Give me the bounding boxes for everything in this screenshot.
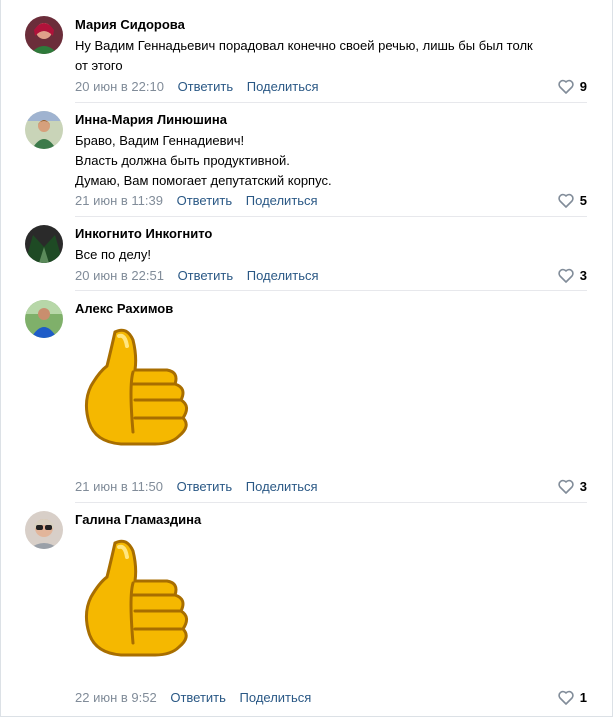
- heart-icon: [558, 79, 574, 94]
- divider: [75, 502, 587, 503]
- like-button[interactable]: 1: [558, 689, 587, 706]
- comment-body: Инна-Мария Линюшина Браво, Вадим Геннади…: [75, 111, 587, 191]
- like-button[interactable]: 5: [558, 192, 587, 209]
- share-button[interactable]: Поделиться: [240, 690, 312, 705]
- comment-author[interactable]: Алекс Рахимов: [75, 300, 587, 317]
- divider: [75, 216, 587, 217]
- like-count: 5: [579, 193, 587, 208]
- like-button[interactable]: 9: [558, 78, 587, 95]
- like-button[interactable]: 3: [558, 478, 587, 495]
- avatar[interactable]: [25, 511, 63, 549]
- share-button[interactable]: Поделиться: [246, 193, 318, 208]
- comment-text: Ну Вадим Геннадьевич порадовал конечно с…: [75, 36, 587, 76]
- reply-button[interactable]: Ответить: [178, 268, 234, 283]
- comment-date[interactable]: 22 июн в 9:52: [75, 690, 157, 705]
- avatar[interactable]: [25, 111, 63, 149]
- comment-body: Галина Гламаздина: [75, 511, 587, 528]
- avatar[interactable]: [25, 16, 63, 54]
- thumbs-up-sticker: [75, 326, 215, 466]
- comment-author[interactable]: Мария Сидорова: [75, 16, 587, 33]
- like-count: 1: [579, 690, 587, 705]
- comment-text: Браво, Вадим Геннадиевич! Власть должна …: [75, 131, 587, 191]
- comment-meta: 22 июн в 9:52 Ответить Поделиться 1: [75, 689, 587, 706]
- reply-button[interactable]: Ответить: [170, 690, 226, 705]
- comment-text-line: Все по делу!: [75, 247, 151, 262]
- comment-date[interactable]: 21 июн в 11:50: [75, 479, 163, 494]
- like-button[interactable]: 3: [558, 267, 587, 284]
- comment-text-line: Браво, Вадим Геннадиевич!: [75, 133, 245, 148]
- avatar[interactable]: [25, 225, 63, 263]
- divider: [75, 290, 587, 291]
- comments-panel: Мария Сидорова Ну Вадим Геннадьевич пора…: [0, 0, 613, 717]
- comment-meta: 21 июн в 11:39 Ответить Поделиться 5: [75, 192, 587, 209]
- comment-body: Мария Сидорова Ну Вадим Геннадьевич пора…: [75, 16, 587, 76]
- comment-text-line: Ну Вадим Геннадьевич порадовал конечно с…: [75, 38, 533, 53]
- heart-icon: [558, 268, 574, 283]
- heart-icon: [558, 690, 574, 705]
- comment-text-line: Думаю, Вам помогает депутатский корпус.: [75, 173, 332, 188]
- share-button[interactable]: Поделиться: [247, 268, 319, 283]
- heart-icon: [558, 479, 574, 494]
- comment-text-line: Власть должна быть продуктивной.: [75, 153, 290, 168]
- reply-button[interactable]: Ответить: [177, 193, 233, 208]
- comment-body: Алекс Рахимов: [75, 300, 587, 317]
- like-count: 3: [579, 479, 587, 494]
- comment-author[interactable]: Инкогнито Инкогнито: [75, 225, 587, 242]
- comment-author[interactable]: Инна-Мария Линюшина: [75, 111, 587, 128]
- comment-date[interactable]: 20 июн в 22:51: [75, 268, 164, 283]
- like-count: 9: [579, 79, 587, 94]
- comment-date[interactable]: 21 июн в 11:39: [75, 193, 163, 208]
- comment-meta: 20 июн в 22:10 Ответить Поделиться 9: [75, 78, 587, 95]
- comment-meta: 20 июн в 22:51 Ответить Поделиться 3: [75, 267, 587, 284]
- reply-button[interactable]: Ответить: [178, 79, 234, 94]
- divider: [75, 102, 587, 103]
- comment-author[interactable]: Галина Гламаздина: [75, 511, 587, 528]
- comment-text-line: от этого: [75, 58, 123, 73]
- share-button[interactable]: Поделиться: [246, 479, 318, 494]
- share-button[interactable]: Поделиться: [247, 79, 319, 94]
- heart-icon: [558, 193, 574, 208]
- reply-button[interactable]: Ответить: [177, 479, 233, 494]
- comment-meta: 21 июн в 11:50 Ответить Поделиться 3: [75, 478, 587, 495]
- comment-body: Инкогнито Инкогнито Все по делу!: [75, 225, 587, 265]
- like-count: 3: [579, 268, 587, 283]
- avatar[interactable]: [25, 300, 63, 338]
- thumbs-up-sticker: [75, 537, 215, 677]
- comment-date[interactable]: 20 июн в 22:10: [75, 79, 164, 94]
- comment-text: Все по делу!: [75, 245, 587, 265]
